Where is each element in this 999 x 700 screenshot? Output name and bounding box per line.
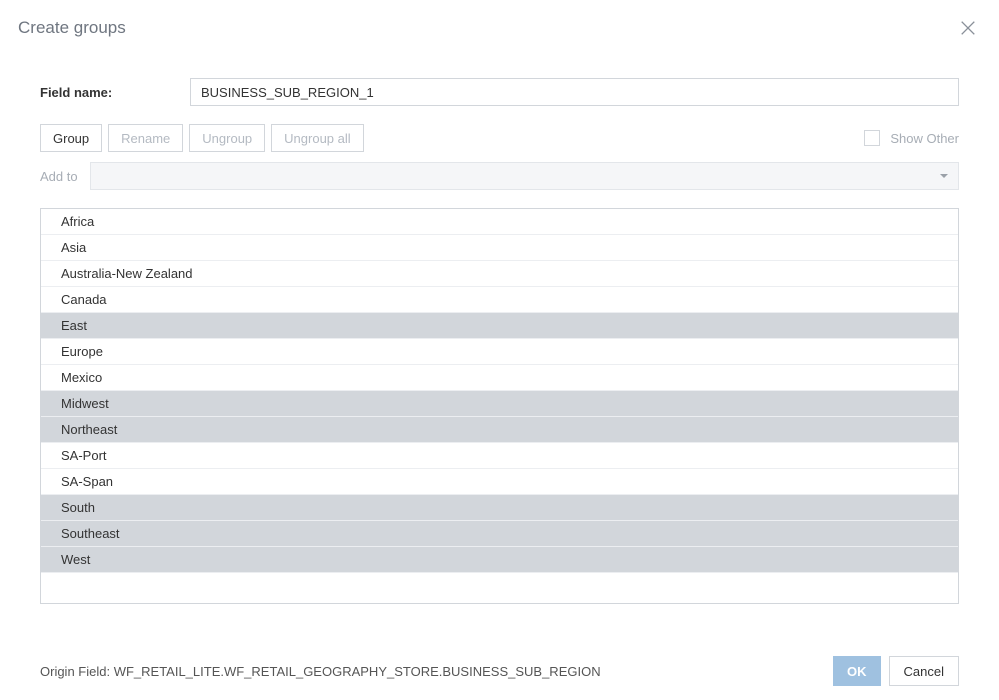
chevron-down-icon	[930, 163, 958, 189]
list-item[interactable]: Southeast	[41, 521, 958, 547]
show-other-checkbox[interactable]	[864, 130, 880, 146]
list-item[interactable]: Mexico	[41, 365, 958, 391]
list-item[interactable]: Canada	[41, 287, 958, 313]
list-item[interactable]: East	[41, 313, 958, 339]
ok-button[interactable]: OK	[833, 656, 881, 686]
list-item[interactable]: Northeast	[41, 417, 958, 443]
field-name-input[interactable]	[190, 78, 959, 106]
ungroup-button[interactable]: Ungroup	[189, 124, 265, 152]
list-item[interactable]: Africa	[41, 209, 958, 235]
list-item[interactable]: SA-Span	[41, 469, 958, 495]
field-name-label: Field name:	[40, 85, 190, 100]
origin-field-label: Origin Field: WF_RETAIL_LITE.WF_RETAIL_G…	[40, 664, 833, 679]
list-item[interactable]: Asia	[41, 235, 958, 261]
list-item[interactable]: SA-Port	[41, 443, 958, 469]
rename-button[interactable]: Rename	[108, 124, 183, 152]
close-icon[interactable]	[959, 19, 977, 37]
values-list[interactable]: AfricaAsiaAustralia-New ZealandCanadaEas…	[40, 208, 959, 604]
group-button[interactable]: Group	[40, 124, 102, 152]
show-other-label: Show Other	[890, 131, 959, 146]
dialog-title: Create groups	[18, 18, 959, 38]
list-item[interactable]: West	[41, 547, 958, 573]
cancel-button[interactable]: Cancel	[889, 656, 959, 686]
ungroup-all-button[interactable]: Ungroup all	[271, 124, 364, 152]
list-item[interactable]: South	[41, 495, 958, 521]
add-to-select[interactable]	[90, 162, 959, 190]
list-item[interactable]: Midwest	[41, 391, 958, 417]
list-item[interactable]: Australia-New Zealand	[41, 261, 958, 287]
add-to-label: Add to	[40, 169, 90, 184]
list-item[interactable]: Europe	[41, 339, 958, 365]
list-blank-row	[41, 573, 958, 603]
